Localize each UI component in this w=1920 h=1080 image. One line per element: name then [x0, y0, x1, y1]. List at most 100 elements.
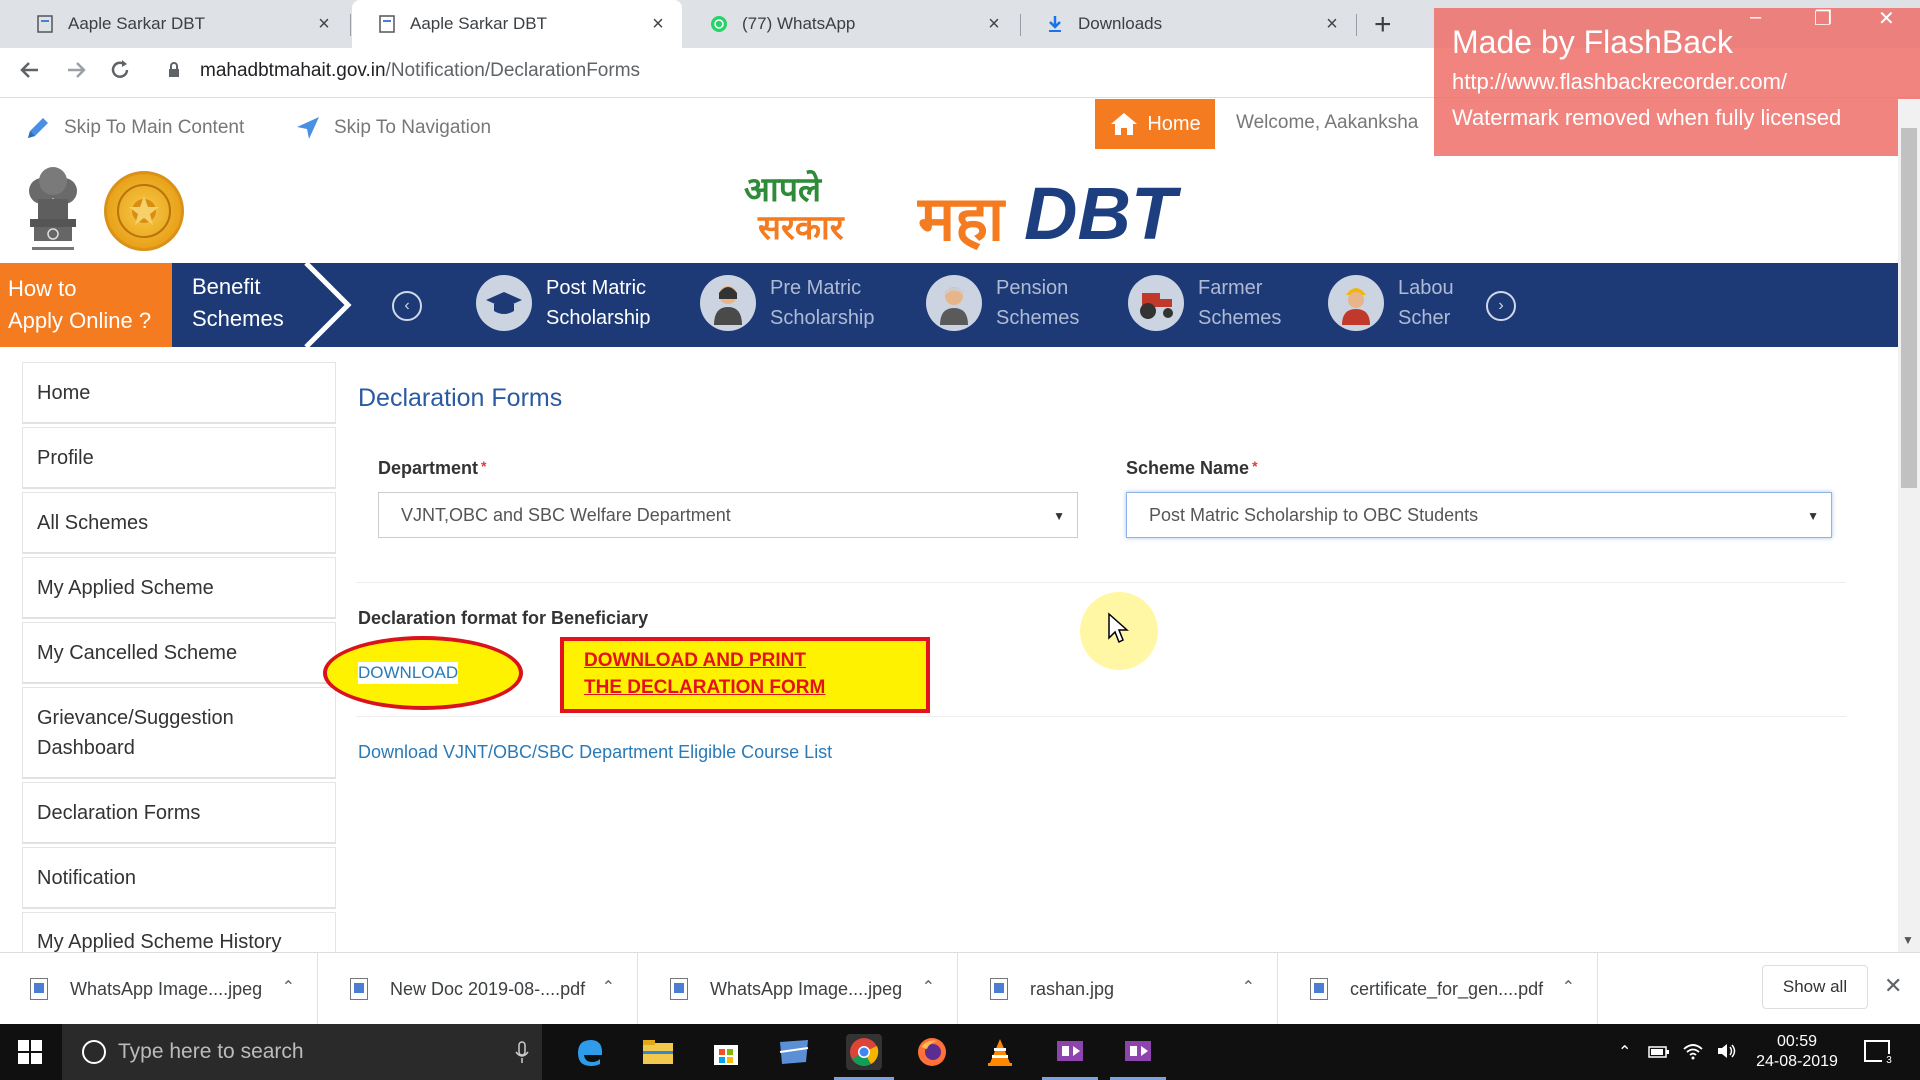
chevron-up-icon[interactable]: ⌃ [922, 977, 935, 997]
sidebar-item-label: Home [37, 381, 91, 404]
sidebar-item-all-schemes[interactable]: All Schemes [22, 492, 336, 554]
battery-icon[interactable] [1648, 1044, 1670, 1060]
sidebar-item-home[interactable]: Home [22, 362, 336, 424]
firefox-icon[interactable] [914, 1034, 950, 1070]
department-select[interactable]: VJNT,OBC and SBC Welfare Department ▼ [378, 492, 1078, 538]
scheme-line1: Farmer [1198, 277, 1263, 299]
scheme-labour[interactable]: Labou Scher [1328, 273, 1454, 333]
recorder-app-icon[interactable] [1052, 1034, 1088, 1070]
system-clock[interactable]: 00:59 24-08-2019 [1752, 1032, 1842, 1072]
tab-title: (77) WhatsApp [742, 14, 856, 33]
new-tab-plus-icon[interactable]: + [1374, 8, 1392, 42]
scrollbar-thumb[interactable] [1901, 128, 1917, 488]
chevron-up-icon[interactable]: ⌃ [1562, 977, 1575, 997]
address-bar[interactable]: mahadbtmahait.gov.in/Notification/Declar… [200, 60, 640, 82]
scheme-farmer[interactable]: Farmer Schemes [1128, 273, 1281, 333]
sidebar-item-declaration-forms[interactable]: Declaration Forms [22, 782, 336, 844]
scroll-right-arrow-icon[interactable]: › [1486, 291, 1516, 321]
sidebar-item-label: Declaration Forms [37, 801, 201, 824]
close-tab-icon[interactable]: × [648, 13, 668, 36]
back-arrow-icon[interactable] [18, 58, 42, 89]
file-explorer-icon[interactable] [640, 1034, 676, 1070]
chevron-up-icon[interactable]: ⌃ [282, 977, 295, 997]
windows-taskbar: Type here to search ⌃ 00:59 24-08-2019 3 [0, 1024, 1920, 1080]
aaple-sarkar-logo: आपले सरकार [744, 171, 844, 247]
scheme-name-select[interactable]: Post Matric Scholarship to OBC Students … [1126, 492, 1832, 538]
download-item[interactable]: WhatsApp Image....jpeg ⌃ [0, 953, 318, 1025]
download-icon [1046, 15, 1064, 33]
scheme-line2: Scher [1398, 307, 1451, 329]
scheme-pension[interactable]: Pension Schemes [926, 273, 1079, 333]
scroll-left-arrow-icon[interactable]: ‹ [392, 291, 422, 321]
home-button[interactable]: Home [1095, 99, 1215, 149]
store-icon[interactable] [708, 1034, 744, 1070]
forward-arrow-icon[interactable] [64, 58, 88, 89]
browser-tab[interactable]: Aaple Sarkar DBT × [10, 0, 348, 48]
skip-to-main-link[interactable]: Skip To Main Content [24, 114, 244, 142]
chrome-icon[interactable] [846, 1034, 882, 1070]
sidebar-item-applied-history[interactable]: My Applied Scheme History [22, 912, 336, 953]
sidebar-item-notification[interactable]: Notification [22, 847, 336, 909]
scheme-line1: Post Matric [546, 277, 647, 299]
labour-worker-icon [1328, 275, 1384, 331]
eligible-course-list-link[interactable]: Download VJNT/OBC/SBC Department Eligibl… [358, 742, 832, 763]
page-title: Declaration Forms [358, 384, 563, 412]
sidebar-item-label: My Applied Scheme [37, 576, 214, 599]
download-item[interactable]: WhatsApp Image....jpeg ⌃ [640, 953, 958, 1025]
chevron-up-icon[interactable]: ⌃ [602, 977, 615, 997]
download-item[interactable]: rashan.jpg ⌃ [960, 953, 1278, 1025]
wifi-icon[interactable] [1682, 1042, 1704, 1060]
restore-icon[interactable]: ❐ [1814, 6, 1832, 31]
url-path: /Notification/DeclarationForms [385, 60, 641, 81]
how-to-apply-button[interactable]: How to Apply Online ? [0, 263, 172, 347]
download-filename: New Doc 2019-08-....pdf [390, 978, 586, 999]
vlc-icon[interactable] [982, 1034, 1018, 1070]
scheme-post-matric[interactable]: Post Matric Scholarship [476, 273, 651, 333]
download-declaration-link[interactable]: DOWNLOAD [358, 662, 459, 684]
watermark-line3: Watermark removed when fully licensed [1452, 105, 1842, 130]
chevron-divider-icon [304, 263, 352, 347]
close-tab-icon[interactable]: × [314, 13, 334, 36]
skip-main-label: Skip To Main Content [64, 117, 245, 138]
sidebar-item-grievance[interactable]: Grievance/Suggestion Dashboard [22, 687, 336, 779]
sidebar-item-label: All Schemes [37, 511, 149, 534]
house-icon [1111, 113, 1138, 135]
close-window-icon[interactable]: ✕ [1878, 6, 1895, 31]
edge-browser-icon[interactable] [572, 1034, 608, 1070]
app-window-icon[interactable] [776, 1034, 812, 1070]
sidebar-item-my-cancelled-scheme[interactable]: My Cancelled Scheme [22, 622, 336, 684]
close-shelf-icon[interactable]: ✕ [1884, 973, 1902, 999]
lock-icon[interactable] [168, 62, 180, 77]
sidebar-item-label: Grievance/Suggestion [37, 706, 234, 729]
aaple-logo-line1: आपले [744, 170, 822, 210]
show-all-downloads-button[interactable]: Show all [1762, 965, 1868, 1009]
sidebar-item-profile[interactable]: Profile [22, 427, 336, 489]
browser-tab[interactable]: (77) WhatsApp × [684, 0, 1018, 48]
microphone-icon[interactable] [514, 1041, 530, 1065]
recorder-app-icon[interactable] [1120, 1034, 1156, 1070]
reload-icon[interactable] [108, 58, 132, 89]
minimize-icon[interactable]: – [1750, 6, 1761, 29]
windows-start-icon[interactable] [18, 1040, 42, 1064]
pdf-file-icon [350, 978, 368, 1000]
browser-tab[interactable]: Downloads × [1020, 0, 1356, 48]
volume-icon[interactable] [1716, 1042, 1738, 1060]
dbt-logo-text: DBT [1024, 172, 1177, 255]
scroll-down-arrow-icon[interactable]: ▼ [1902, 933, 1914, 947]
search-placeholder: Type here to search [118, 1040, 304, 1063]
chevron-up-icon[interactable]: ⌃ [1618, 1042, 1631, 1062]
browser-tab-active[interactable]: Aaple Sarkar DBT × [352, 0, 682, 48]
page-favicon-icon [378, 15, 396, 33]
skip-to-navigation-link[interactable]: Skip To Navigation [294, 114, 491, 142]
taskbar-search-box[interactable]: Type here to search [62, 1024, 542, 1080]
close-tab-icon[interactable]: × [984, 13, 1004, 36]
sidebar-item-my-applied-scheme[interactable]: My Applied Scheme [22, 557, 336, 619]
tab-separator [1356, 14, 1357, 36]
download-item[interactable]: certificate_for_gen....pdf ⌃ [1280, 953, 1598, 1025]
scheme-name-label: Scheme Name * [1126, 458, 1258, 479]
close-tab-icon[interactable]: × [1322, 13, 1342, 36]
chevron-up-icon[interactable]: ⌃ [1242, 977, 1255, 997]
scheme-pre-matric[interactable]: Pre Matric Scholarship [700, 273, 875, 333]
download-item[interactable]: New Doc 2019-08-....pdf ⌃ [320, 953, 638, 1025]
divider [356, 582, 1846, 583]
